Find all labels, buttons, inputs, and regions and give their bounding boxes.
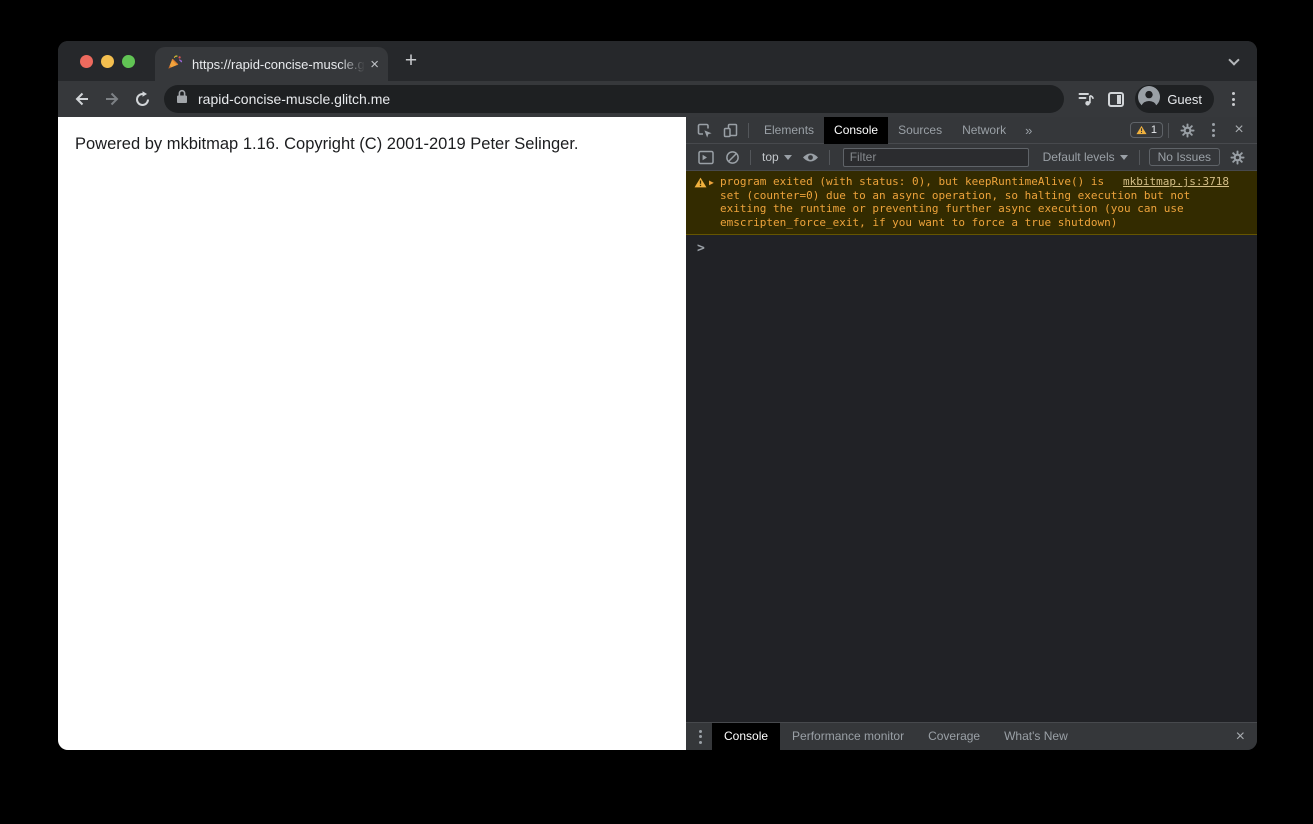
- party-popper-favicon-icon: [167, 54, 183, 75]
- warning-text-line: emscripten_force_exit, if you want to fo…: [720, 215, 1118, 229]
- media-controls-button[interactable]: [1071, 84, 1101, 114]
- console-input-row[interactable]: >: [686, 235, 1257, 256]
- console-sidebar-icon: [698, 150, 714, 164]
- minimize-window-button[interactable]: [101, 55, 114, 68]
- console-settings-button[interactable]: [1224, 144, 1250, 170]
- warning-icon: [694, 177, 707, 192]
- device-toolbar-button[interactable]: [717, 117, 743, 143]
- more-tabs-button[interactable]: »: [1016, 123, 1041, 138]
- clear-console-button[interactable]: [719, 144, 745, 170]
- page-text: Powered by mkbitmap 1.16. Copyright (C) …: [75, 135, 579, 153]
- devtools-panel: Elements Console Sources Network » 1 × t…: [686, 116, 1257, 750]
- tab-elements[interactable]: Elements: [754, 117, 824, 144]
- drawer-tab-whats-new[interactable]: What's New: [992, 723, 1080, 750]
- tab-console[interactable]: Console: [824, 116, 889, 144]
- side-panel-button[interactable]: [1101, 84, 1131, 114]
- inspect-element-button[interactable]: [691, 117, 717, 143]
- forward-button[interactable]: [97, 84, 127, 114]
- log-levels-selector[interactable]: Default levels: [1037, 150, 1134, 164]
- tab-sources[interactable]: Sources: [888, 117, 952, 144]
- browser-tab[interactable]: https://rapid-concise-muscle.g ×: [155, 47, 388, 81]
- drawer-close-button[interactable]: ×: [1236, 728, 1245, 745]
- back-button[interactable]: [67, 84, 97, 114]
- new-tab-button[interactable]: +: [399, 50, 423, 74]
- clear-console-icon: [725, 150, 739, 164]
- kebab-menu-icon: [1211, 123, 1215, 137]
- separator: [1168, 122, 1169, 138]
- separator: [750, 149, 751, 165]
- gear-icon: [1230, 150, 1244, 164]
- chevron-down-icon[interactable]: [1228, 54, 1240, 66]
- devtools-tabbar: Elements Console Sources Network » 1 ×: [686, 116, 1257, 144]
- browser-menu-button[interactable]: [1218, 84, 1248, 114]
- devtools-menu-button[interactable]: [1200, 117, 1226, 143]
- chevron-down-icon: [1119, 154, 1128, 160]
- eye-icon: [803, 153, 819, 161]
- reload-icon: [135, 90, 149, 106]
- levels-label: Default levels: [1042, 150, 1115, 164]
- browser-window: https://rapid-concise-muscle.g × + rapid…: [58, 41, 1257, 750]
- titlebar: https://rapid-concise-muscle.g × +: [58, 41, 1257, 81]
- forward-icon: [106, 92, 119, 106]
- separator: [748, 122, 749, 138]
- web-page: Powered by mkbitmap 1.16. Copyright (C) …: [58, 117, 686, 750]
- drawer-tab-coverage[interactable]: Coverage: [916, 723, 992, 750]
- console-prompt: >: [697, 241, 705, 256]
- close-window-button[interactable]: [80, 55, 93, 68]
- context-label: top: [762, 150, 779, 164]
- warning-icon: [1136, 125, 1147, 135]
- profile-button[interactable]: Guest: [1135, 85, 1214, 113]
- drawer-menu-icon[interactable]: [699, 729, 702, 744]
- warnings-badge[interactable]: 1: [1129, 122, 1163, 138]
- kebab-menu-icon: [1231, 92, 1235, 106]
- no-issues-button[interactable]: No Issues: [1148, 148, 1220, 166]
- lock-icon[interactable]: [176, 89, 188, 109]
- drawer-tab-performance-monitor[interactable]: Performance monitor: [780, 723, 916, 750]
- drawer-tab-console[interactable]: Console: [712, 723, 781, 750]
- address-bar[interactable]: rapid-concise-muscle.glitch.me: [164, 85, 1065, 113]
- gear-icon: [1180, 123, 1194, 137]
- back-icon: [75, 92, 88, 106]
- warning-text-line: program exited (with status: 0), but kee…: [720, 175, 1105, 188]
- tab-close-icon[interactable]: ×: [370, 57, 379, 72]
- console-warning-message[interactable]: ▶ program exited (with status: 0), but k…: [686, 171, 1257, 235]
- side-panel-icon: [1108, 91, 1125, 107]
- devtools-drawer: Console Performance monitor Coverage Wha…: [686, 722, 1257, 750]
- tab-title: https://rapid-concise-muscle.g: [192, 56, 366, 72]
- tab-network[interactable]: Network: [952, 117, 1016, 144]
- inspect-icon: [697, 123, 712, 138]
- console-toolbar: top Default levels No Issues: [686, 144, 1257, 171]
- chevron-down-icon: [783, 154, 792, 160]
- console-sidebar-button[interactable]: [693, 144, 719, 170]
- devtools-settings-button[interactable]: [1174, 117, 1200, 143]
- content-area: Powered by mkbitmap 1.16. Copyright (C) …: [58, 116, 1257, 750]
- warning-text-line: exiting the runtime or preventing furthe…: [720, 202, 1184, 215]
- nav-toolbar: rapid-concise-muscle.glitch.me Guest: [58, 81, 1257, 117]
- warning-text-line: set (counter=0) due to an async operatio…: [720, 188, 1191, 202]
- media-controls-icon: [1078, 93, 1095, 106]
- devtools-close-button[interactable]: ×: [1226, 117, 1252, 143]
- separator: [828, 149, 830, 165]
- live-expression-button[interactable]: [798, 144, 824, 170]
- profile-name: Guest: [1167, 91, 1202, 107]
- console-messages: ▶ program exited (with status: 0), but k…: [686, 171, 1257, 722]
- source-link[interactable]: mkbitmap.js:3718: [1123, 175, 1229, 189]
- context-selector[interactable]: top: [756, 150, 798, 164]
- separator: [1138, 149, 1140, 165]
- filter-input[interactable]: [842, 147, 1029, 167]
- disclosure-triangle-icon[interactable]: ▶: [709, 176, 714, 190]
- maximize-window-button[interactable]: [122, 55, 135, 68]
- traffic-lights: [80, 55, 135, 68]
- avatar-icon: [1138, 85, 1161, 113]
- device-toolbar-icon: [723, 123, 737, 137]
- url-text: rapid-concise-muscle.glitch.me: [198, 91, 391, 107]
- reload-button[interactable]: [127, 84, 157, 114]
- warning-count: 1: [1150, 124, 1157, 136]
